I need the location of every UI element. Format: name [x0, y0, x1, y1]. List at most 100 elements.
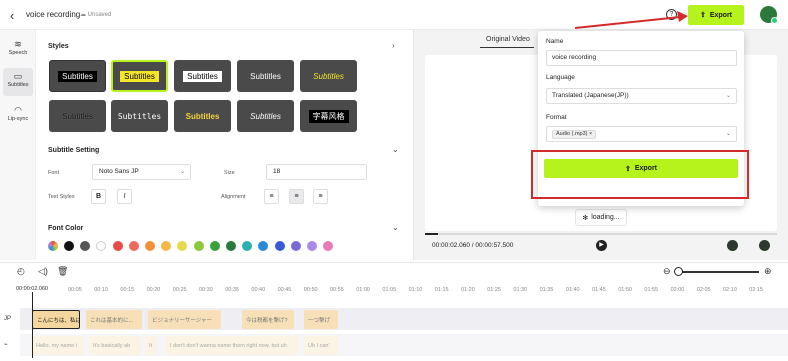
color-swatch[interactable]	[307, 241, 317, 251]
help-icon[interactable]: ?	[666, 9, 677, 20]
original-clip[interactable]: I don't don't wanna name them right now,…	[166, 336, 298, 355]
style-tile-9[interactable]: Subtitles	[237, 100, 294, 132]
format-label: Format	[546, 114, 567, 121]
language-select[interactable]: Translated (Japanese(JP)) ⌄	[546, 88, 737, 104]
control-icon[interactable]	[727, 240, 738, 251]
original-clip[interactable]: It	[145, 336, 157, 355]
unsaved-label: Unsaved	[87, 12, 112, 18]
export-button-top[interactable]: ⇪ Export	[688, 5, 744, 25]
chevron-down-icon[interactable]: ⌄	[392, 145, 399, 154]
play-button[interactable]: ▶	[596, 240, 607, 251]
align-left-button[interactable]: ≡	[264, 189, 279, 204]
subtitle-clip[interactable]: 今は税都を撃げ?	[242, 310, 294, 329]
ruler-tick: 01:20	[461, 287, 475, 293]
video-progress[interactable]	[425, 233, 777, 235]
video-progress-fill	[425, 233, 438, 235]
waveform-icon: ≋	[14, 39, 22, 49]
zoom-slider[interactable]	[677, 271, 759, 273]
ruler-tick: 00:45	[277, 287, 292, 293]
ruler-tick: 02:10	[723, 287, 737, 293]
ruler-tick: 00:50	[303, 287, 318, 293]
style-tile-8[interactable]: Subtitles	[174, 100, 231, 132]
export-button[interactable]: ⇪ Export	[544, 159, 738, 178]
color-swatch[interactable]	[193, 241, 204, 251]
chevron-right-icon[interactable]: ›	[392, 41, 395, 50]
size-label: Size	[224, 170, 235, 176]
subtitle-clip[interactable]: これは基本的に...	[86, 310, 142, 329]
original-clip[interactable]: It's basically ab	[89, 336, 141, 355]
rail-item-speech[interactable]: ≋ Speech	[3, 36, 33, 64]
chevron-down-icon: ⌄	[725, 93, 731, 99]
zoom-slider-handle[interactable]	[674, 267, 683, 276]
tile-text: Subtitles	[250, 111, 281, 121]
color-swatch[interactable]	[274, 241, 285, 251]
ruler-tick: 01:40	[565, 287, 580, 293]
style-tile-7[interactable]: Subtitles	[111, 100, 168, 132]
trash-icon[interactable]: 🗑	[57, 266, 68, 277]
ruler-tick: 00:10	[94, 287, 108, 293]
color-swatch[interactable]	[209, 241, 220, 251]
avatar[interactable]	[760, 6, 778, 24]
format-chip[interactable]: Audio (.mp3) ×	[552, 130, 597, 139]
rail-item-lip-sync[interactable]: ◠ Lip-sync	[3, 102, 33, 130]
control-icon[interactable]	[759, 240, 770, 251]
original-clip[interactable]: Hello, my name i	[32, 336, 84, 355]
style-tile-2[interactable]: Subtitles	[111, 60, 168, 92]
timecode: 00:00:02.060 / 00:00:57.500	[432, 242, 514, 249]
bold-button[interactable]: B	[91, 189, 106, 204]
font-label: Font	[48, 170, 60, 176]
export-label: Export	[634, 165, 658, 172]
tile-text: Subtitles	[58, 70, 97, 82]
zoom-out-icon[interactable]: ⊖	[663, 266, 671, 277]
style-tile-1[interactable]: Subtitles	[49, 60, 106, 92]
rail-item-subtitles[interactable]: ▭ Subtitles	[3, 68, 33, 96]
name-input[interactable]: voice recording	[546, 50, 737, 66]
project-title[interactable]: voice recording	[26, 10, 80, 19]
subtitle-clip[interactable]: ビジョナリーサージャー	[148, 310, 221, 329]
format-select[interactable]: Audio (.mp3) × ⌄	[546, 126, 737, 142]
color-swatch[interactable]	[64, 241, 74, 251]
color-swatch[interactable]	[112, 241, 123, 251]
align-right-button[interactable]: ≡	[313, 189, 328, 204]
style-tile-4[interactable]: Subtitles	[237, 60, 294, 92]
original-clip[interactable]: Uh I can'	[304, 336, 338, 355]
color-picker-icon[interactable]	[48, 241, 58, 251]
playhead[interactable]	[32, 292, 33, 358]
zoom-in-icon[interactable]: ⊕	[764, 266, 772, 277]
style-tile-10[interactable]: 字幕风格	[300, 100, 357, 132]
spinner-icon: ✻	[582, 214, 589, 222]
ruler-tick: 00:05	[68, 287, 82, 293]
tile-text: 字幕风格	[308, 109, 349, 123]
back-icon[interactable]: ‹	[10, 8, 14, 23]
ruler-tick: 00:35	[225, 287, 239, 293]
speed-icon[interactable]: ◴	[17, 266, 25, 277]
color-swatch[interactable]	[290, 241, 301, 251]
color-swatch[interactable]	[145, 241, 155, 251]
color-swatch[interactable]	[128, 241, 139, 251]
font-select[interactable]: Noto Sans JP ⌄	[92, 164, 191, 180]
tile-text: Subtitles	[183, 70, 222, 82]
ruler-tick: 02:15	[749, 287, 763, 293]
unsaved-status: ☁ Unsaved	[80, 12, 112, 18]
color-swatch[interactable]	[226, 241, 236, 251]
tile-text: Subtitles	[117, 111, 162, 121]
rail-item-label: Subtitles	[7, 82, 29, 88]
subtitle-clip[interactable]: こんにちは、私は	[32, 310, 80, 329]
loading-label: loading...	[591, 214, 620, 221]
style-tile-6[interactable]: Subtitles	[49, 100, 106, 132]
chevron-down-icon[interactable]: ⌄	[392, 223, 399, 232]
italic-button[interactable]: I	[117, 189, 132, 204]
format-chip-label: Audio (.mp3)	[556, 131, 588, 137]
ruler-tick: 00:20	[146, 287, 161, 293]
ruler-tick: 01:25	[487, 287, 501, 293]
tab-original-video[interactable]: Original Video	[486, 36, 530, 43]
size-select[interactable]: 18	[266, 164, 367, 180]
font-color-title: Font Color	[48, 225, 84, 232]
align-center-button[interactable]: ≡	[289, 189, 304, 204]
volume-icon[interactable]: ◁)	[38, 266, 48, 277]
style-tile-3[interactable]: Subtitles	[174, 60, 231, 92]
ruler-tick: 01:35	[539, 287, 554, 293]
ruler-tick: 01:10	[408, 287, 423, 293]
style-tile-5[interactable]: Subtitles	[300, 60, 357, 92]
subtitle-clip[interactable]: 一つ撃げ	[304, 310, 338, 329]
